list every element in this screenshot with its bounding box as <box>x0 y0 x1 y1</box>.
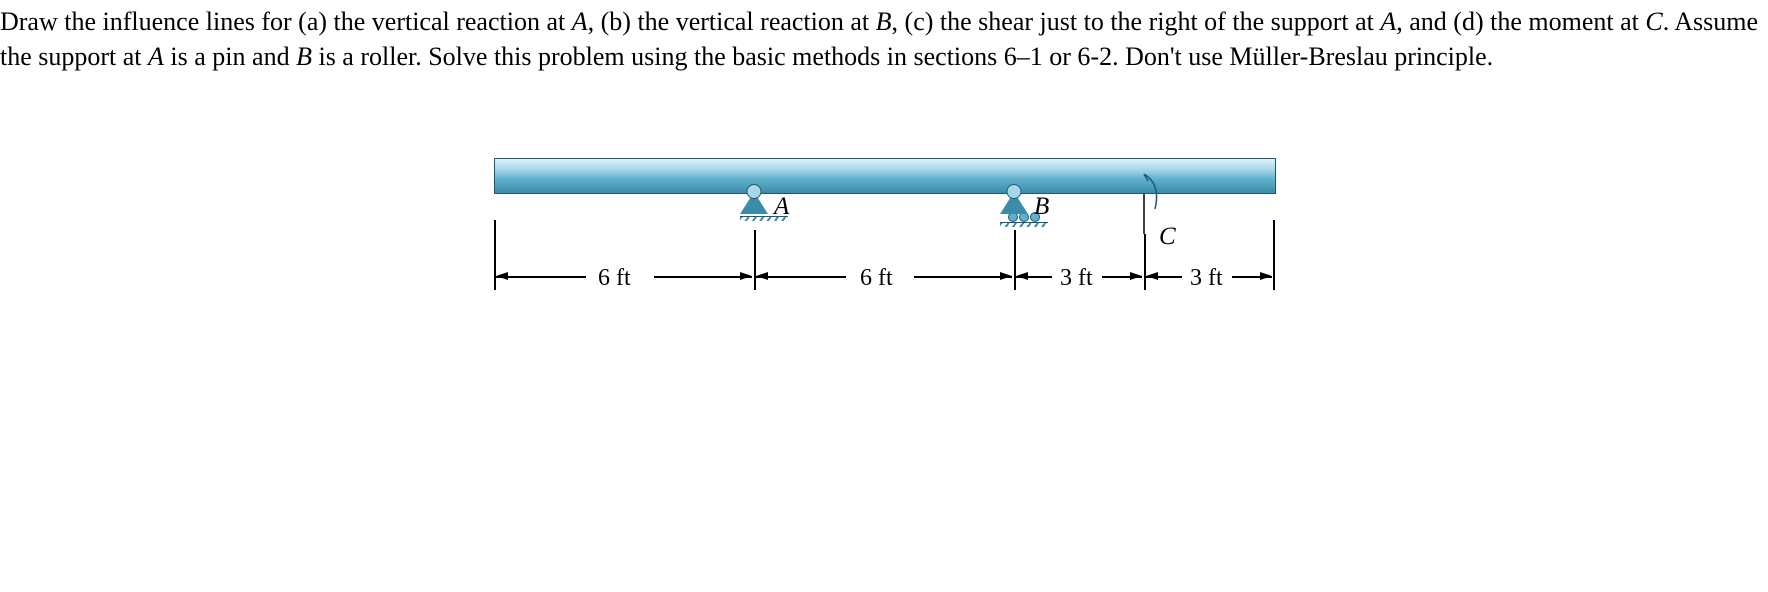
support-label-b: B <box>1034 190 1049 224</box>
point-label-a: A <box>572 7 588 36</box>
figure-container: A B C <box>0 158 1768 338</box>
support-b: B <box>1000 192 1048 227</box>
dim-label-span4: 3 ft <box>1186 262 1227 294</box>
point-label-b: B <box>296 42 312 71</box>
dim-line <box>756 276 846 278</box>
dim-line <box>1016 276 1052 278</box>
point-label-a: A <box>148 42 164 71</box>
dim-tick <box>1014 230 1016 290</box>
text-segment: is a pin and <box>164 42 296 71</box>
support-a: A <box>740 192 788 221</box>
dim-label-span1: 6 ft <box>594 262 635 294</box>
text-segment: Draw the influence lines for (a) the ver… <box>0 7 572 36</box>
dim-tick <box>754 230 756 290</box>
dim-arrow-icon <box>1260 272 1272 280</box>
dim-arrow-icon <box>1130 272 1142 280</box>
point-c-label: C <box>1159 220 1176 254</box>
dim-tick <box>1144 234 1146 290</box>
problem-statement: Draw the influence lines for (a) the ver… <box>0 0 1768 78</box>
roller-hinge-icon <box>1007 184 1022 199</box>
dim-label-span3: 3 ft <box>1056 262 1097 294</box>
dim-arrow-icon <box>1000 272 1012 280</box>
dim-line <box>1146 276 1182 278</box>
beam-figure: A B C <box>494 158 1274 338</box>
text-segment: , (b) the vertical reaction at <box>588 7 876 36</box>
pin-hinge-icon <box>747 184 762 199</box>
point-label-b: B <box>876 7 892 36</box>
dim-tick <box>1273 220 1275 290</box>
dim-line <box>496 276 586 278</box>
text-segment: , (c) the shear just to the right of the… <box>892 7 1381 36</box>
dim-line <box>654 276 752 278</box>
support-label-a: A <box>774 190 789 224</box>
point-label-c: C <box>1645 7 1662 36</box>
text-segment: is a roller. Solve this problem using th… <box>312 42 1493 71</box>
dim-label-span2: 6 ft <box>856 262 897 294</box>
dim-arrow-icon <box>740 272 752 280</box>
dim-line <box>914 276 1012 278</box>
point-label-a: A <box>1380 7 1396 36</box>
text-segment: , and (d) the moment at <box>1396 7 1645 36</box>
